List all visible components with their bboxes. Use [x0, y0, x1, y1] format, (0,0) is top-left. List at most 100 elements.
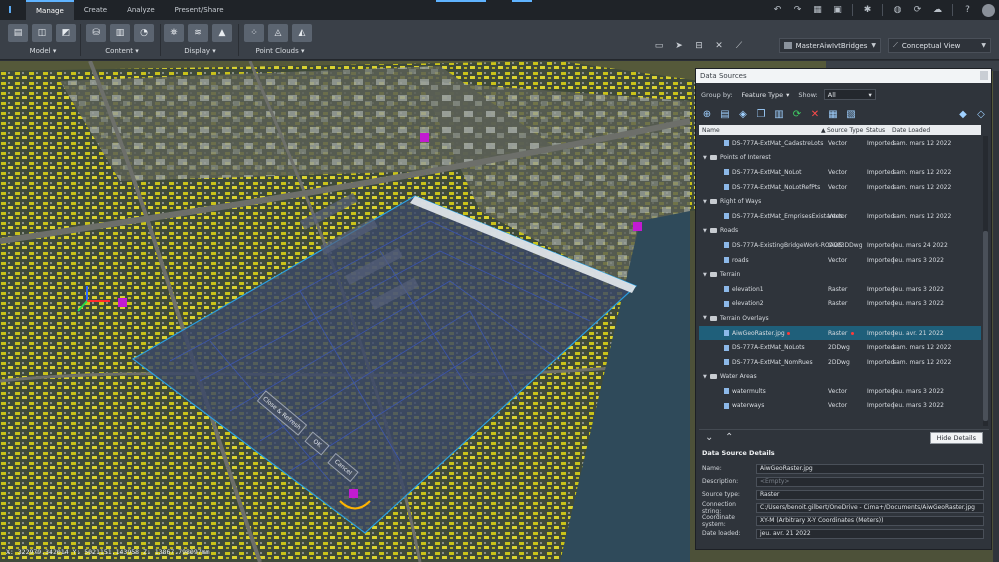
expand-caret-icon[interactable]: ▼	[703, 155, 707, 161]
refresh-icon[interactable]: ⟳	[791, 108, 803, 120]
tab-analyze[interactable]: Analyze	[117, 0, 165, 20]
help-icon[interactable]: ?	[962, 5, 973, 16]
show-select[interactable]: All ▾	[823, 89, 876, 100]
table-row[interactable]: DS-777A-ExtMat_NoLots 2DDwg Imported sam. m…	[699, 340, 981, 355]
share-icon[interactable]: ◇	[975, 108, 987, 120]
table-row[interactable]: DS-777A-ExistingBridgeWork-ROADS Civil3DD…	[699, 238, 981, 253]
table-row[interactable]: roads Vector Imported jeu. mars 3 2022	[699, 253, 981, 268]
select-arrow-icon[interactable]: ➤	[672, 40, 686, 52]
layout-icon[interactable]: ▦	[812, 5, 823, 16]
model-explorer-icon[interactable]: ◩	[56, 24, 76, 42]
point-cloud-icon[interactable]: ⁘	[244, 24, 264, 42]
sync-icon[interactable]: ⟳	[912, 5, 923, 16]
properties-icon[interactable]: ▧	[845, 108, 857, 120]
data-source-name: elevation2	[732, 300, 764, 308]
model-builder-icon[interactable]: ◈	[737, 108, 749, 120]
add-database-icon[interactable]: ▤	[719, 108, 731, 120]
model-view-icon[interactable]: ◫	[32, 24, 52, 42]
layers-icon[interactable]: ≋	[188, 24, 208, 42]
expand-caret-icon[interactable]: ▼	[703, 228, 707, 234]
point-cloud-terrain-icon[interactable]: ◭	[292, 24, 312, 42]
view-dropdown[interactable]: ⟋ Conceptual View ▼	[888, 38, 991, 53]
undo-icon[interactable]: ↶	[772, 5, 783, 16]
data-source-name: DS-777A-ExtMat_NomRues	[732, 358, 813, 366]
add-file-data-source-icon[interactable]: ⊕	[701, 108, 713, 120]
folder-label: Roads	[720, 227, 739, 235]
detail-date-field[interactable]: jeu. avr. 21 2022	[756, 528, 984, 539]
globe-icon[interactable]: ◍	[892, 5, 903, 16]
cloud-icon[interactable]: ☁	[932, 5, 943, 16]
data-sources-icon[interactable]: ⛁	[86, 24, 106, 42]
settings-icon[interactable]: ✱	[862, 5, 873, 16]
tree-scrollbar[interactable]	[983, 136, 988, 426]
chevron-up-double-icon[interactable]: ⌃	[725, 432, 733, 443]
tree-folder-row[interactable]: ▼ Points of Interest	[699, 151, 981, 166]
configure-icon[interactable]: ▥	[773, 108, 785, 120]
table-row[interactable]: watermults Vector Imported jeu. mars 3 2022	[699, 384, 981, 399]
expand-caret-icon[interactable]: ▼	[703, 199, 707, 205]
ribbon-group-label[interactable]: Content ▾	[86, 47, 158, 55]
detail-description-field[interactable]: <Empty>	[756, 476, 984, 487]
table-row[interactable]: DS-777A-ExtMat_EmprisesExistantes Vector I…	[699, 209, 981, 224]
cross-section-icon[interactable]: ✕	[712, 40, 726, 52]
hide-details-button[interactable]: Hide Details	[929, 432, 983, 444]
tree-folder-row[interactable]: ▼ Right of Ways	[699, 194, 981, 209]
point-cloud-modeling-icon[interactable]: ◬	[268, 24, 288, 42]
table-row[interactable]: DS-777A-ExtMat_CadastreLots Vector Importe…	[699, 136, 981, 151]
measure-icon[interactable]: ⊟	[692, 40, 706, 52]
expand-caret-icon[interactable]: ▼	[703, 374, 707, 380]
col-date-loaded[interactable]: Date Loaded	[892, 127, 930, 134]
share-content-icon[interactable]: ◔	[134, 24, 154, 42]
group-by-select[interactable]: Feature Type ▾	[739, 89, 793, 100]
table-row[interactable]: DS-777A-ExtMat_NoLot Vector Imported sam. m…	[699, 165, 981, 180]
model-settings-icon[interactable]: ▤	[8, 24, 28, 42]
table-row[interactable]: DS-777A-ExtMat_NoLotRefPts Vector Imported…	[699, 180, 981, 195]
user-avatar[interactable]	[982, 3, 995, 17]
panel-title[interactable]: Data Sources	[696, 69, 991, 83]
col-status[interactable]: Status	[866, 127, 885, 134]
table-row[interactable]: DS-777A-ExtMat_NomRues 2DDwg Imported sam. …	[699, 355, 981, 370]
redo-icon[interactable]: ↷	[792, 5, 803, 16]
delete-icon[interactable]: ✕	[809, 108, 821, 120]
detail-label: Coordinate system:	[702, 513, 735, 528]
save-icon[interactable]: ▣	[832, 5, 843, 16]
detail-source-type-field[interactable]: Raster	[756, 489, 984, 500]
sync-content-icon[interactable]: ◆	[957, 108, 969, 120]
ribbon-group-label[interactable]: Display ▾	[164, 47, 236, 55]
table-row[interactable]: elevation1 Raster Imported jeu. mars 3 2022	[699, 282, 981, 297]
copy-icon[interactable]: ❐	[755, 108, 767, 120]
data-source-name: DS-777A-ExtMat_NoLotRefPts	[732, 183, 821, 191]
chevron-down-double-icon[interactable]: ⌄	[705, 432, 713, 443]
data-sources-panel: Data Sources Group by: Feature Type ▾ Sh…	[695, 68, 992, 550]
monitor-icon[interactable]: ▭	[652, 40, 666, 52]
tree-folder-row[interactable]: ▼ Terrain	[699, 267, 981, 282]
app-logo-icon[interactable]: I	[0, 0, 20, 20]
ribbon-group-label[interactable]: Point Clouds ▾	[244, 47, 316, 55]
tree-folder-row[interactable]: ▼ Terrain Overlays	[699, 311, 981, 326]
scrollbar-thumb[interactable]	[983, 231, 988, 421]
ribbon-group-label[interactable]: Model ▾	[8, 47, 78, 55]
model-builder-icon[interactable]: ▥	[110, 24, 130, 42]
export-icon[interactable]: ▦	[827, 108, 839, 120]
terrain-icon[interactable]: ▲	[212, 24, 232, 42]
model-dropdown[interactable]: MasterAiwIvtBridges ▼	[779, 38, 881, 53]
detail-coordinate-field[interactable]: XY-M (Arbitrary X-Y Coordinates (Meters)…	[756, 515, 984, 526]
table-row[interactable]: elevation2 Raster Imported jeu. mars 3 2022	[699, 297, 981, 312]
table-row[interactable]: waterways Vector Imported jeu. mars 3 2022	[699, 399, 981, 414]
ruler-icon[interactable]: ⟋	[732, 40, 746, 52]
col-source-type[interactable]: Source Type	[827, 127, 863, 134]
style-rules-icon[interactable]: ⛯	[164, 24, 184, 42]
tree-folder-row[interactable]: ▼ Roads	[699, 224, 981, 239]
col-name[interactable]: Name	[702, 127, 720, 134]
table-row[interactable]: AiwGeoRaster.jpg Raster Imported jeu. avr. …	[699, 325, 981, 341]
data-source-icon	[724, 242, 729, 249]
close-icon[interactable]	[980, 71, 988, 80]
tab-present-share[interactable]: Present/Share	[165, 0, 234, 20]
tab-create[interactable]: Create	[74, 0, 117, 20]
tree-folder-row[interactable]: ▼ Water Areas	[699, 370, 981, 385]
expand-caret-icon[interactable]: ▼	[703, 272, 707, 278]
tab-manage[interactable]: Manage	[26, 0, 74, 20]
detail-connection-field[interactable]: C:/Users/benoit.gilbert/OneDrive - Cima+…	[756, 502, 984, 513]
expand-caret-icon[interactable]: ▼	[703, 315, 707, 321]
detail-name-field[interactable]: AiwGeoRaster.jpg	[756, 463, 984, 474]
